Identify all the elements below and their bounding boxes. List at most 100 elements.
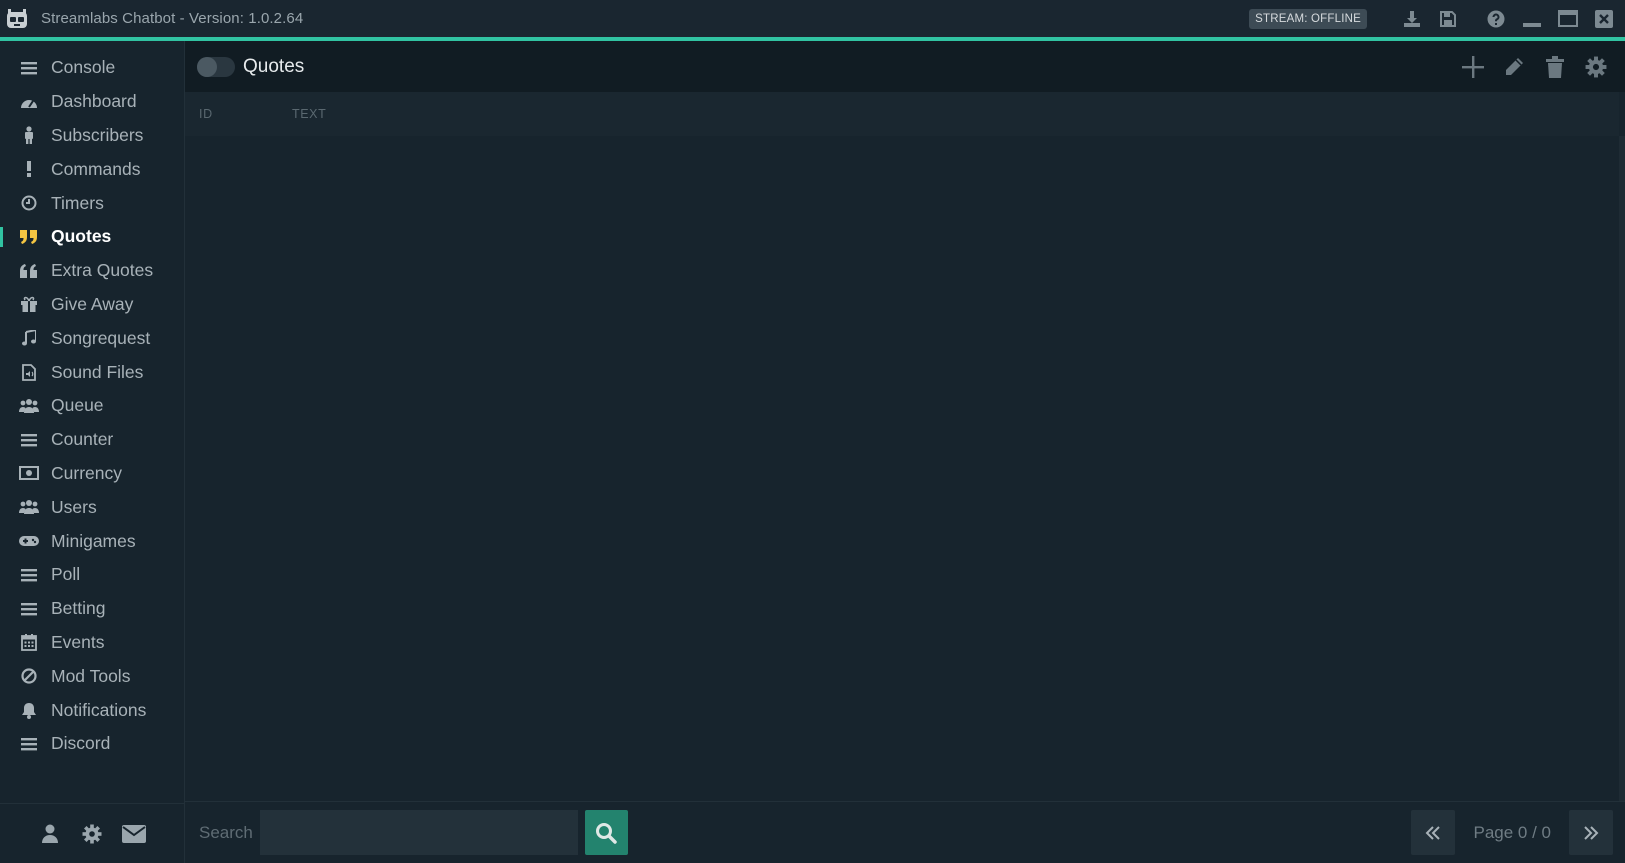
music-icon <box>18 328 40 348</box>
app-logo-icon <box>2 0 32 37</box>
sidebar-item-betting[interactable]: Betting <box>0 592 184 626</box>
sidebar: Console Dashboard Subscribers Commands Timer… <box>0 41 185 863</box>
list-icon <box>18 734 40 754</box>
money-icon <box>18 463 40 483</box>
sidebar-item-sound-files[interactable]: Sound Files <box>0 355 184 389</box>
sidebar-item-label: Give Away <box>51 293 134 314</box>
quotes-settings-button[interactable] <box>1579 50 1613 84</box>
quotes-enable-toggle[interactable] <box>197 56 235 77</box>
sidebar-item-notifications[interactable]: Notifications <box>0 693 184 727</box>
sidebar-item-label: Poll <box>51 564 81 585</box>
users-icon <box>18 396 40 416</box>
account-button[interactable] <box>37 821 63 847</box>
maximize-icon <box>1558 9 1578 27</box>
window-title: Streamlabs Chatbot - Version: 1.0.2.64 <box>41 10 304 27</box>
sidebar-item-users[interactable]: Users <box>0 490 184 524</box>
help-button[interactable] <box>1481 4 1511 34</box>
person-icon <box>18 125 40 145</box>
list-icon <box>18 599 40 619</box>
close-icon <box>1595 9 1613 28</box>
column-header-text[interactable]: TEXT <box>292 107 326 121</box>
pencil-icon <box>1506 58 1523 75</box>
sidebar-item-label: Queue <box>51 395 104 416</box>
save-icon <box>1440 10 1456 27</box>
next-page-button[interactable] <box>1569 810 1613 855</box>
quote-right-icon <box>18 227 40 247</box>
page-indicator: Page 0 / 0 <box>1473 822 1551 842</box>
gift-icon <box>18 294 40 314</box>
previous-page-button[interactable] <box>1411 810 1456 855</box>
sidebar-item-extra-quotes[interactable]: Extra Quotes <box>0 254 184 288</box>
dashboard-icon <box>18 92 40 112</box>
title-bar: Streamlabs Chatbot - Version: 1.0.2.64 S… <box>0 0 1625 37</box>
table-scrollbar[interactable] <box>1619 136 1625 801</box>
edit-quote-button[interactable] <box>1497 50 1531 84</box>
double-chevron-right-icon <box>1584 825 1599 840</box>
sidebar-item-currency[interactable]: Currency <box>0 457 184 491</box>
sidebar-item-console[interactable]: Console <box>0 51 184 85</box>
page-header: Quotes <box>185 41 1625 92</box>
list-icon <box>18 430 40 450</box>
sidebar-item-quotes[interactable]: Quotes <box>0 220 184 254</box>
sound-file-icon <box>18 362 40 382</box>
column-header-id[interactable]: ID <box>199 107 292 121</box>
sidebar-item-label: Console <box>51 57 116 78</box>
sidebar-item-counter[interactable]: Counter <box>0 423 184 457</box>
double-chevron-left-icon <box>1426 825 1441 840</box>
gamepad-icon <box>18 531 40 551</box>
sidebar-item-poll[interactable]: Poll <box>0 558 184 592</box>
search-button[interactable] <box>584 810 628 855</box>
search-icon <box>596 822 618 844</box>
sidebar-item-label: Timers <box>51 192 104 213</box>
minimize-icon <box>1523 22 1541 27</box>
sidebar-item-give-away[interactable]: Give Away <box>0 288 184 322</box>
sidebar-item-dashboard[interactable]: Dashboard <box>0 85 184 119</box>
sidebar-item-subscribers[interactable]: Subscribers <box>0 119 184 153</box>
download-icon <box>1404 10 1420 27</box>
sidebar-item-label: Sound Files <box>51 361 144 382</box>
settings-button[interactable] <box>79 821 105 847</box>
sidebar-footer <box>0 803 184 863</box>
sidebar-item-label: Dashboard <box>51 91 137 112</box>
stream-status-badge: STREAM: OFFLINE <box>1249 8 1367 29</box>
sidebar-item-label: Mod Tools <box>51 665 131 686</box>
calendar-icon <box>18 632 40 652</box>
trash-icon <box>1546 56 1564 78</box>
delete-quote-button[interactable] <box>1538 50 1572 84</box>
sidebar-item-label: Events <box>51 631 105 652</box>
sidebar-item-label: Counter <box>51 429 114 450</box>
sidebar-item-label: Discord <box>51 733 111 754</box>
sidebar-item-label: Commands <box>51 158 141 179</box>
sidebar-item-discord[interactable]: Discord <box>0 727 184 761</box>
quotes-table-body[interactable] <box>185 136 1619 801</box>
messages-button[interactable] <box>121 821 147 847</box>
add-quote-button[interactable] <box>1456 50 1490 84</box>
help-icon <box>1487 10 1505 27</box>
toggle-knob <box>197 56 217 77</box>
sidebar-item-events[interactable]: Events <box>0 626 184 660</box>
sidebar-item-commands[interactable]: Commands <box>0 152 184 186</box>
sidebar-item-label: Minigames <box>51 530 136 551</box>
sidebar-item-minigames[interactable]: Minigames <box>0 524 184 558</box>
sidebar-item-queue[interactable]: Queue <box>0 389 184 423</box>
page-footer: Search Page 0 / 0 <box>185 801 1625 863</box>
search-label: Search <box>199 822 253 842</box>
close-button[interactable] <box>1589 4 1619 34</box>
download-button[interactable] <box>1397 4 1427 34</box>
exclamation-icon <box>18 159 40 179</box>
sidebar-item-songrequest[interactable]: Songrequest <box>0 321 184 355</box>
sidebar-item-label: Extra Quotes <box>51 260 154 281</box>
minimize-button[interactable] <box>1517 4 1547 34</box>
search-input[interactable] <box>259 810 578 855</box>
sidebar-item-timers[interactable]: Timers <box>0 186 184 220</box>
save-button[interactable] <box>1433 4 1463 34</box>
bell-icon <box>18 700 40 720</box>
main-panel: Quotes ID TEXT Search Page 0 / 0 <box>185 41 1625 863</box>
maximize-button[interactable] <box>1553 4 1583 34</box>
sidebar-item-label: Songrequest <box>51 327 151 348</box>
sidebar-item-label: Notifications <box>51 699 147 720</box>
ban-icon <box>18 666 40 686</box>
sidebar-item-mod-tools[interactable]: Mod Tools <box>0 659 184 693</box>
gear-icon <box>82 824 102 843</box>
plus-icon <box>1462 56 1484 78</box>
